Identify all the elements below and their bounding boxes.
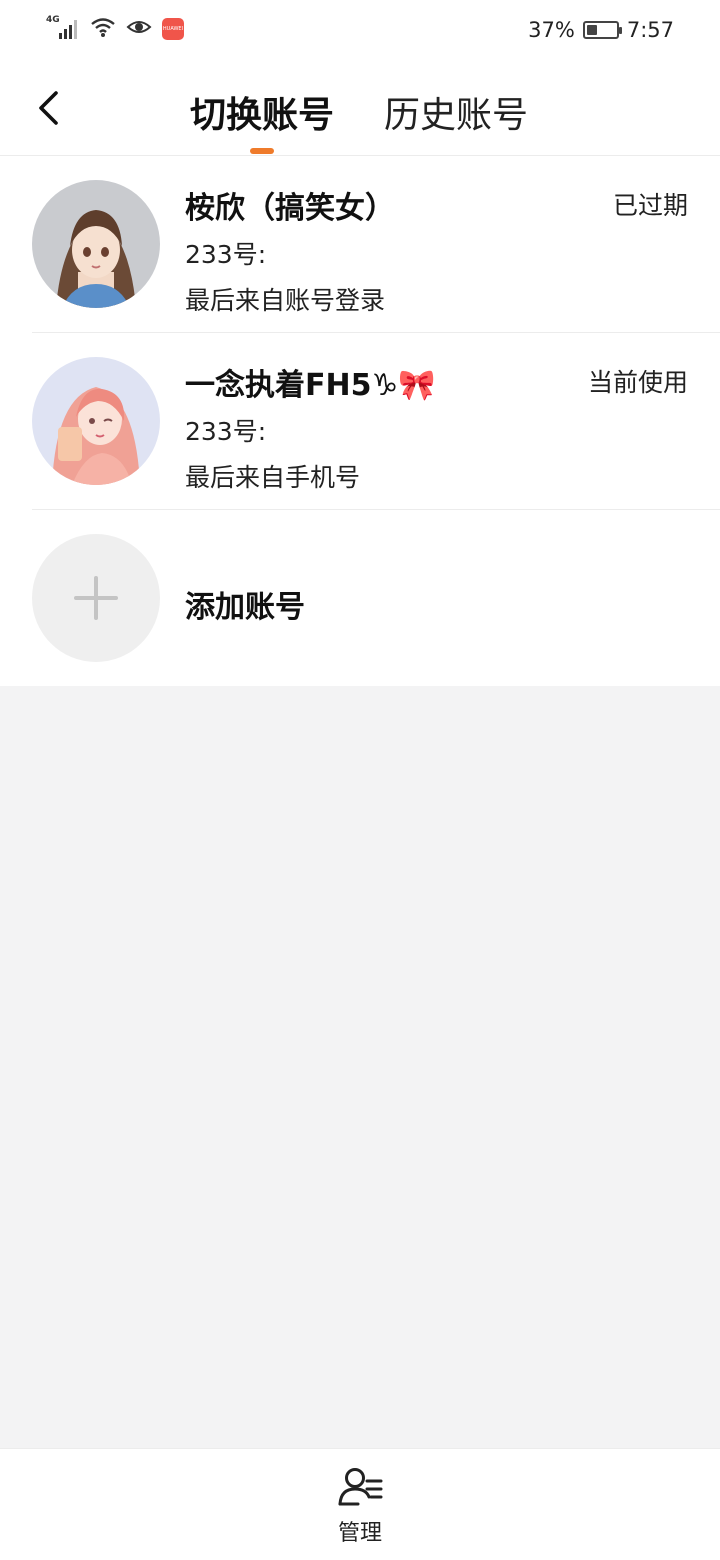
- tab-switch-account[interactable]: 切换账号: [190, 86, 334, 138]
- battery-percent: 37%: [528, 18, 575, 42]
- status-badge: 已过期: [612, 191, 688, 220]
- account-row[interactable]: 一念执着FH5♑🎀 233号: 最后来自手机号 当前使用: [0, 333, 720, 509]
- login-source: 最后来自手机号: [185, 463, 361, 492]
- manage-label: 管理: [337, 1521, 382, 1546]
- status-right: 37% 7:57: [528, 18, 674, 42]
- cellular-signal-icon: 4G: [46, 15, 80, 41]
- manage-button[interactable]: 管理: [318, 1467, 402, 1547]
- wifi-icon: [90, 16, 116, 42]
- account-list: 桉欣（搞笑女） 233号: 最后来自账号登录 已过期 一念执着FH5♑🎀 233…: [0, 156, 720, 686]
- account-row[interactable]: 桉欣（搞笑女） 233号: 最后来自账号登录 已过期: [0, 156, 720, 332]
- add-account-circle: [32, 534, 160, 662]
- chevron-left-icon: [39, 91, 58, 125]
- add-account-label: 添加账号: [185, 590, 305, 625]
- manage-accounts-icon: [338, 1468, 383, 1506]
- eye-comfort-icon: [126, 17, 152, 41]
- bottom-bar: 管理: [0, 1448, 720, 1560]
- status-badge: 当前使用: [587, 368, 688, 397]
- status-bar: 4G HUAWEI 37% 7:57: [0, 0, 720, 62]
- account-uid: 233号:: [185, 240, 267, 269]
- account-name: 一念执着FH5♑🎀: [185, 368, 436, 403]
- header: 切换账号 历史账号: [0, 62, 720, 156]
- login-source: 最后来自账号登录: [185, 286, 386, 315]
- account-uid: 233号:: [185, 417, 267, 446]
- account-name: 桉欣（搞笑女）: [185, 191, 395, 226]
- avatar: [32, 180, 160, 308]
- avatar: [32, 357, 160, 485]
- add-account-button[interactable]: 添加账号: [0, 510, 720, 686]
- active-tab-indicator: [250, 148, 274, 154]
- status-left: 4G HUAWEI: [46, 15, 184, 42]
- plus-icon: [74, 576, 118, 620]
- battery-level: [586, 25, 597, 35]
- app-notification-icon: HUAWEI: [162, 18, 184, 40]
- tab-history-account[interactable]: 历史账号: [384, 86, 528, 138]
- back-button[interactable]: [30, 88, 66, 128]
- clock: 7:57: [626, 18, 674, 42]
- battery-icon: [582, 21, 622, 39]
